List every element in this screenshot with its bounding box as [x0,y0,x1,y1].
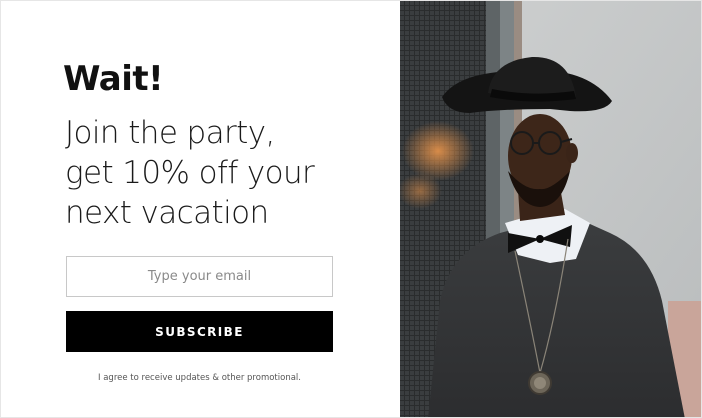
email-input[interactable] [66,256,333,297]
subheading-line: Join the party, [65,115,275,151]
subheading-line: get 10% off your [65,155,315,191]
newsletter-popup: Wait! Join the party, get 10% off your n… [0,0,702,418]
subscribe-button[interactable]: SUBSCRIBE [66,311,333,352]
warm-light [402,121,474,181]
consent-text: I agree to receive updates & other promo… [98,373,301,383]
popup-subheading: Join the party, get 10% off your next va… [65,113,385,233]
hero-photo [400,1,701,417]
form-panel: Wait! Join the party, get 10% off your n… [1,1,400,417]
subheading-line: next vacation [65,195,269,231]
popup-heading: Wait! [63,59,164,99]
